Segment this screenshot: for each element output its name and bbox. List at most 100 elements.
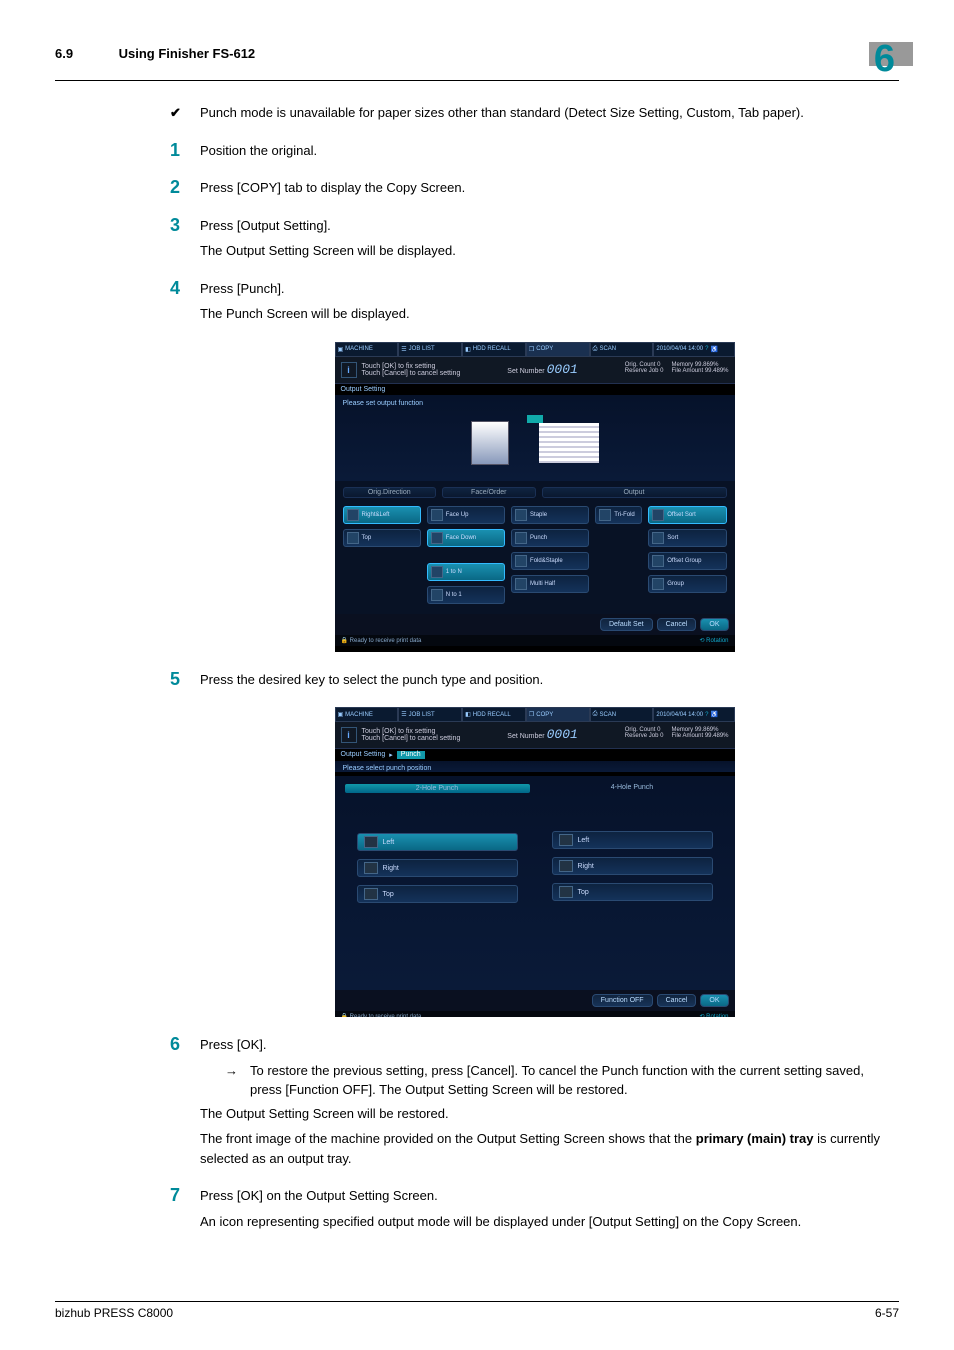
step-number: 4: [170, 279, 200, 330]
hdd-icon: ◧: [465, 346, 471, 353]
step-text: Press [OK] on the Output Setting Screen.: [200, 1186, 899, 1206]
rotation-icon: ⟲: [699, 1014, 704, 1017]
tab-machine[interactable]: ▣MACHINE: [335, 707, 399, 722]
cancel-button[interactable]: Cancel: [657, 618, 697, 631]
offsetgroup-button[interactable]: Offset Group: [648, 552, 726, 570]
lock-icon: 🔒: [341, 638, 348, 644]
group-header: Face/Order: [442, 487, 536, 498]
punch-top-icon: [364, 888, 378, 900]
footer-product: bizhub PRESS C8000: [55, 1306, 173, 1320]
rightleft-button[interactable]: Right&Left: [343, 506, 421, 524]
info-line: Touch [OK] to fix setting: [362, 363, 461, 370]
info-icon: i: [341, 362, 357, 378]
group-button[interactable]: Group: [648, 575, 726, 593]
machine-icon: ▣: [338, 711, 344, 718]
arrow-right-icon: →: [225, 1061, 250, 1100]
page-header: 6.9 Using Finisher FS-612 6: [55, 40, 899, 81]
group-icon: [652, 555, 664, 567]
facedown-button[interactable]: Face Down: [427, 529, 505, 547]
step-subtext: The Punch Screen will be displayed.: [200, 304, 899, 324]
group-icon: [652, 578, 664, 590]
punch-icon: [515, 532, 527, 544]
foldstaple-button[interactable]: Fold&Staple: [511, 552, 589, 570]
offsetsort-button[interactable]: Offset Sort: [648, 506, 726, 524]
4hole-right-button[interactable]: Right: [552, 857, 713, 875]
help-icon[interactable]: ?: [705, 712, 708, 718]
breadcrumb[interactable]: Output Setting: [341, 751, 386, 759]
copy-icon: ❐: [529, 711, 534, 718]
punch-right-icon: [559, 860, 573, 872]
functionoff-button[interactable]: Function OFF: [592, 994, 653, 1007]
punch-button[interactable]: Punch: [511, 529, 589, 547]
list-icon: ☰: [401, 346, 406, 353]
staple-icon: [515, 509, 527, 521]
accessibility-icon[interactable]: ♿: [710, 346, 717, 353]
tab-hddrecall[interactable]: ◧HDD RECALL: [462, 707, 526, 722]
4hole-left-button[interactable]: Left: [552, 831, 713, 849]
rotation-icon: ⟲: [699, 638, 704, 644]
help-icon[interactable]: ?: [705, 346, 708, 352]
cancel-button[interactable]: Cancel: [657, 994, 697, 1007]
multihalf-button[interactable]: Multi Half: [511, 575, 589, 593]
step-subtext: The Output Setting Screen will be restor…: [200, 1104, 899, 1124]
step-text: Press [Output Setting].: [200, 216, 899, 236]
machine-icon: ▣: [338, 346, 344, 353]
2hole-left-button[interactable]: Left: [357, 833, 518, 851]
top-button[interactable]: Top: [343, 529, 421, 547]
punch-left-icon: [559, 834, 573, 846]
step-text: Press [Punch].: [200, 279, 899, 299]
facedown-icon: [431, 532, 443, 544]
paper-stack-preview: [539, 423, 599, 463]
punch-top-icon: [559, 886, 573, 898]
tab-copy[interactable]: ❐COPY: [526, 707, 590, 722]
section-title: Using Finisher FS-612: [119, 46, 256, 61]
4hole-header[interactable]: 4-Hole Punch: [540, 784, 725, 791]
faceup-button[interactable]: Face Up: [427, 506, 505, 524]
1ton-button[interactable]: 1 to N: [427, 563, 505, 581]
ok-button[interactable]: OK: [700, 994, 728, 1007]
2hole-header[interactable]: 2-Hole Punch: [345, 784, 530, 793]
tab-scan[interactable]: ⎙SCAN: [590, 342, 654, 357]
group-header: Output: [542, 487, 727, 498]
step-number: 6: [170, 1035, 200, 1174]
step-subtext: An icon representing specified output mo…: [200, 1212, 899, 1232]
list-icon: ☰: [401, 711, 406, 718]
note-text: Punch mode is unavailable for paper size…: [200, 103, 899, 123]
orientation-icon: [347, 509, 359, 521]
ok-button[interactable]: OK: [700, 618, 728, 631]
2hole-right-button[interactable]: Right: [357, 859, 518, 877]
step-text: Press [COPY] tab to display the Copy Scr…: [200, 178, 899, 198]
substep-text: To restore the previous setting, press […: [250, 1061, 899, 1100]
copy-icon: ❐: [529, 346, 534, 353]
faceup-icon: [431, 509, 443, 521]
step-text: Press the desired key to select the punc…: [200, 670, 899, 690]
section-number: 6.9: [55, 46, 115, 61]
2hole-top-button[interactable]: Top: [357, 885, 518, 903]
step-text: Press [OK].: [200, 1035, 899, 1055]
punch-screenshot: ▣MACHINE ☰JOB LIST ◧HDD RECALL ❐COPY ⎙SC…: [335, 707, 735, 1017]
checkmark-icon: ✔: [170, 103, 200, 129]
info-line: Touch [Cancel] to cancel setting: [362, 370, 461, 377]
4hole-top-button[interactable]: Top: [552, 883, 713, 901]
tab-joblist[interactable]: ☰JOB LIST: [398, 342, 462, 357]
step-number: 3: [170, 216, 200, 267]
tab-copy[interactable]: ❐COPY: [526, 342, 590, 357]
datetime-display: 2010/04/04 14:00 ? ♿: [653, 342, 734, 357]
copier-preview-image: [471, 421, 509, 465]
order-icon: [431, 589, 443, 601]
punch-right-icon: [364, 862, 378, 874]
tab-machine[interactable]: ▣MACHINE: [335, 342, 399, 357]
trifold-button[interactable]: Tri-Fold: [595, 506, 642, 524]
defaultset-button[interactable]: Default Set: [600, 618, 653, 631]
nto1-button[interactable]: N to 1: [427, 586, 505, 604]
tab-hddrecall[interactable]: ◧HDD RECALL: [462, 342, 526, 357]
hdd-icon: ◧: [465, 711, 471, 718]
step-number: 2: [170, 178, 200, 204]
sort-button[interactable]: Sort: [648, 529, 726, 547]
staple-button[interactable]: Staple: [511, 506, 589, 524]
output-indicator-icon: [527, 415, 543, 423]
accessibility-icon[interactable]: ♿: [710, 711, 717, 718]
tab-scan[interactable]: ⎙SCAN: [590, 707, 654, 722]
sort-icon: [652, 509, 664, 521]
tab-joblist[interactable]: ☰JOB LIST: [398, 707, 462, 722]
